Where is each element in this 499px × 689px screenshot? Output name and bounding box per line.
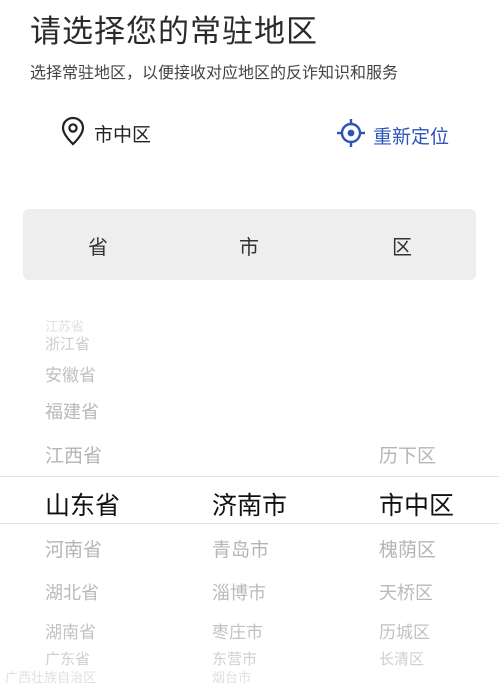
picker-option[interactable]: 历下区 xyxy=(379,441,436,468)
picker-column-header: 省 市 区 xyxy=(23,209,476,280)
picker-option[interactable]: 广西壮族自治区 xyxy=(5,667,96,686)
picker-option[interactable]: 广东省 xyxy=(45,648,90,669)
picker-option[interactable]: 河南省 xyxy=(45,535,102,562)
city-wheel[interactable]: 济南市 青岛市 淄博市 枣庄市 东营市 烟台市 xyxy=(212,310,372,689)
picker-option[interactable]: 历城区 xyxy=(379,618,430,643)
current-location-label: 市中区 xyxy=(94,123,152,146)
picker-option[interactable]: 烟台市 xyxy=(212,667,251,686)
picker-option[interactable]: 浙江省 xyxy=(45,333,90,354)
page-subtitle: 选择常驻地区，以便接收对应地区的反诈知识和服务 xyxy=(30,63,399,82)
picker-option[interactable]: 槐荫区 xyxy=(379,535,436,562)
picker-option-selected[interactable]: 济南市 xyxy=(212,486,287,522)
picker-option-selected[interactable]: 市中区 xyxy=(379,486,454,522)
current-location: 市中区 xyxy=(60,116,151,150)
column-header-city: 市 xyxy=(239,235,259,259)
picker-option[interactable]: 福建省 xyxy=(45,398,99,424)
locate-target-icon xyxy=(336,118,366,152)
picker-option-selected[interactable]: 山东省 xyxy=(45,486,120,522)
picker-option[interactable]: 江西省 xyxy=(45,441,102,468)
location-row: 市中区 重新定位 xyxy=(0,110,499,154)
relocate-button[interactable]: 重新定位 xyxy=(336,118,449,152)
region-picker[interactable]: 江苏省 浙江省 安徽省 福建省 江西省 山东省 河南省 湖北省 湖南省 广东省 … xyxy=(0,310,499,689)
relocate-label: 重新定位 xyxy=(373,125,450,148)
column-header-district: 区 xyxy=(392,235,412,259)
district-wheel[interactable]: 历下区 市中区 槐荫区 天桥区 历城区 长清区 xyxy=(379,310,499,689)
province-wheel[interactable]: 江苏省 浙江省 安徽省 福建省 江西省 山东省 河南省 湖北省 湖南省 广东省 … xyxy=(5,310,205,689)
column-header-province: 省 xyxy=(88,235,108,259)
picker-option[interactable]: 青岛市 xyxy=(212,535,269,562)
picker-option[interactable]: 淄博市 xyxy=(212,579,266,605)
picker-option[interactable]: 东营市 xyxy=(212,648,257,669)
map-pin-icon xyxy=(60,116,86,150)
picker-option[interactable]: 枣庄市 xyxy=(212,618,263,643)
picker-option[interactable]: 湖南省 xyxy=(45,618,96,643)
picker-option[interactable]: 湖北省 xyxy=(45,579,99,605)
picker-option[interactable]: 长清区 xyxy=(379,648,424,669)
page-title: 请选择您的常驻地区 xyxy=(30,14,318,50)
picker-option[interactable]: 安徽省 xyxy=(45,361,96,386)
picker-option[interactable]: 天桥区 xyxy=(379,579,433,605)
